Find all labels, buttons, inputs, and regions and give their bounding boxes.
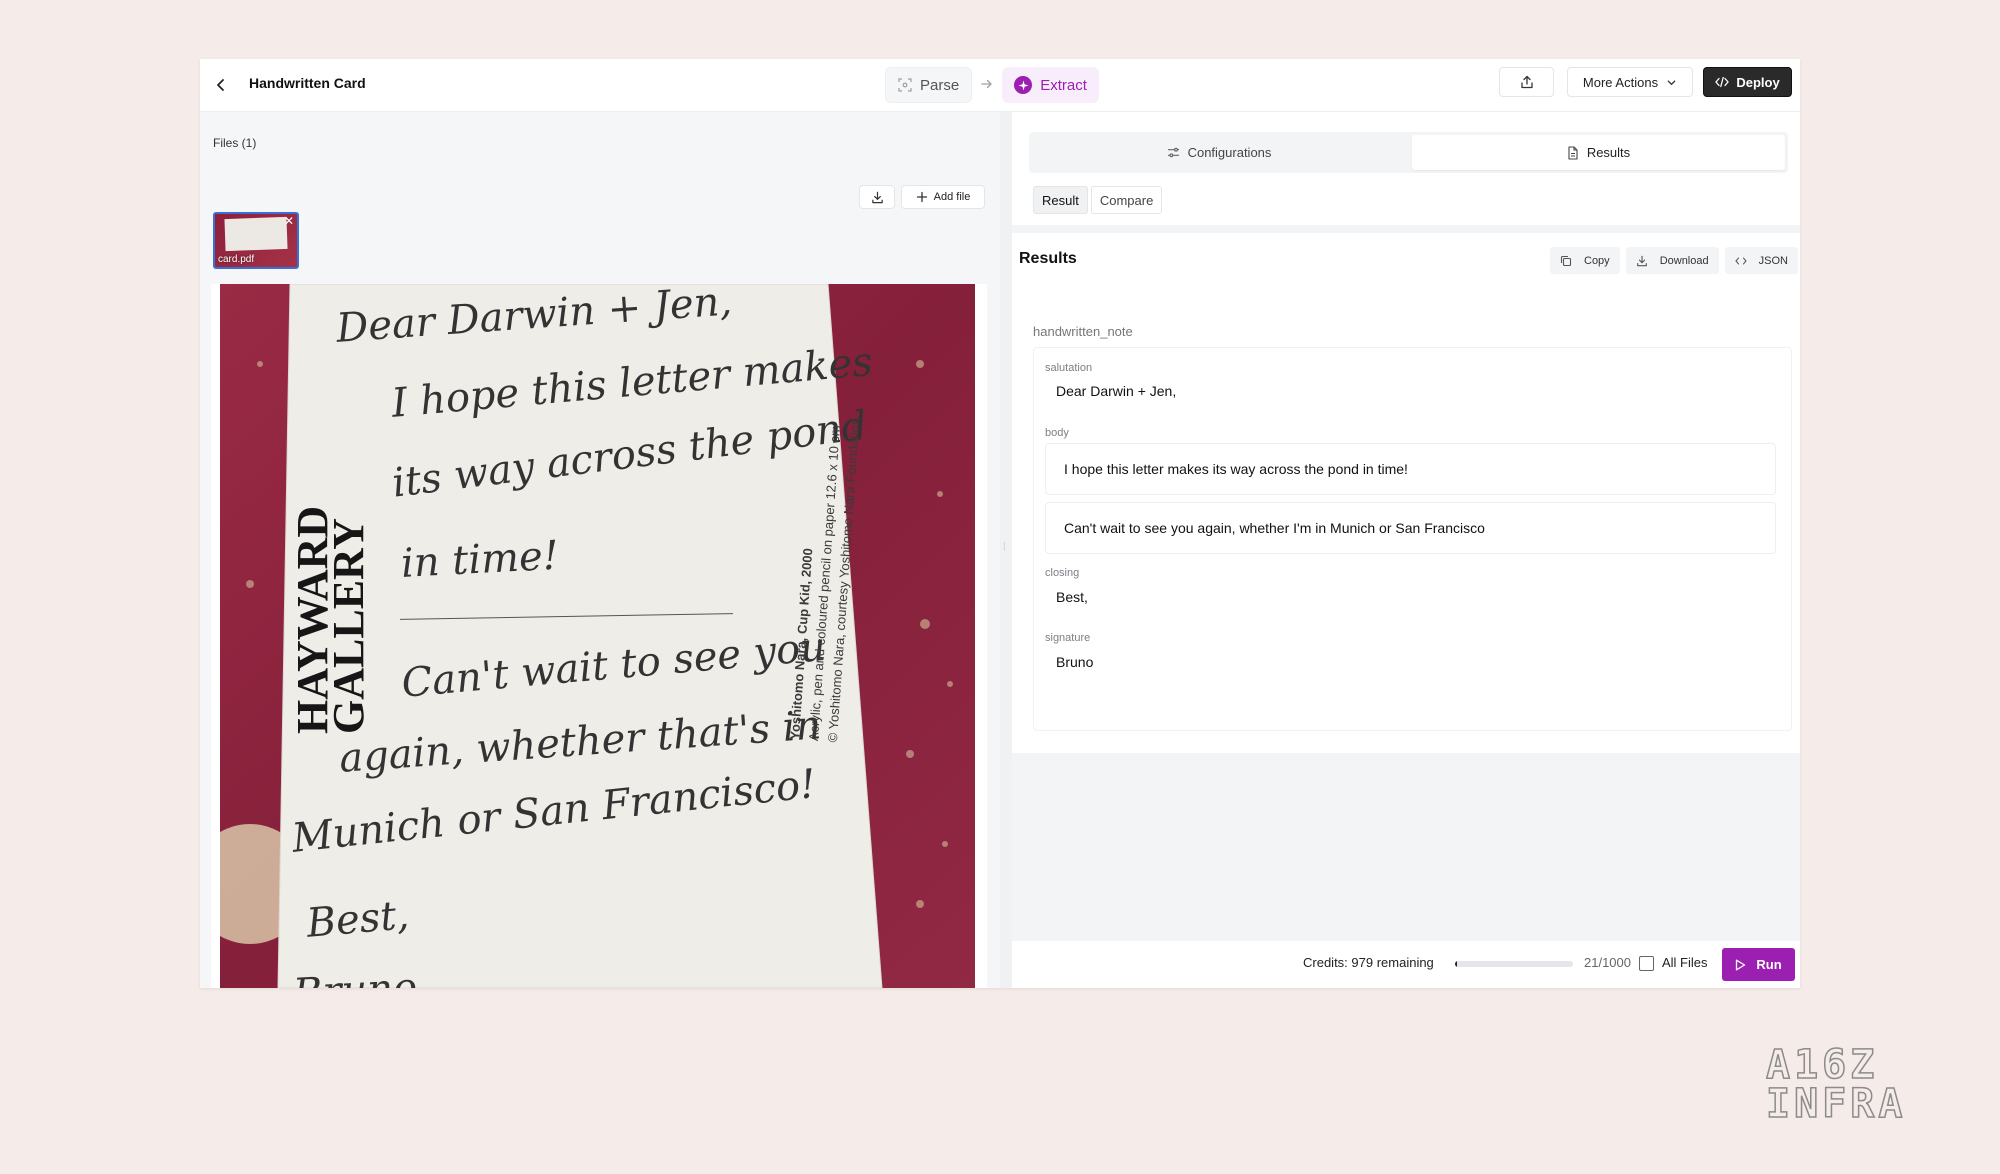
field-value-body-item[interactable]: I hope this letter makes its way across …	[1045, 443, 1776, 495]
thumbnail-preview	[224, 216, 288, 252]
tab-results[interactable]: Results	[1412, 135, 1785, 170]
add-file-label: Add file	[933, 191, 971, 203]
copy-icon	[1560, 255, 1572, 266]
copy-label: Copy	[1584, 254, 1610, 267]
drag-handle-icon[interactable]: ⁞	[1003, 542, 1006, 553]
field-value-body-item[interactable]: Can't wait to see you again, whether I'm…	[1045, 502, 1776, 554]
logo-line: GALLERY	[324, 517, 373, 734]
file-name: card.pdf	[218, 254, 255, 265]
tab-bar: Configurations Results	[1029, 132, 1788, 173]
results-pane: Configurations Results Result Compare Re…	[1012, 112, 1800, 988]
share-button[interactable]	[1499, 67, 1554, 97]
more-actions-label: More Actions	[1582, 74, 1659, 90]
hw-line: in time!	[399, 532, 560, 587]
field-value-closing[interactable]: Best,	[1056, 589, 1088, 605]
schema-name: handwritten_note	[1033, 324, 1133, 339]
results-title: Results	[1019, 250, 1077, 267]
chevron-down-icon	[1667, 79, 1676, 85]
json-label: JSON	[1758, 254, 1788, 267]
watermark-logo: A16Z INFRA	[1765, 1041, 1942, 1128]
field-label-salutation: salutation	[1045, 362, 1093, 374]
copy-button[interactable]: Copy	[1550, 247, 1620, 274]
step-parse-label: Parse	[920, 76, 960, 94]
subtab-compare[interactable]: Compare	[1090, 186, 1163, 214]
json-button[interactable]: JSON	[1724, 247, 1798, 274]
download-button[interactable]: Download	[1625, 247, 1719, 274]
download-label: Download	[1659, 254, 1709, 267]
files-label: Files (1)	[213, 136, 257, 150]
run-bar: Credits: 979 remaining 21/1000 All Files…	[1012, 941, 1800, 988]
download-icon	[871, 191, 883, 203]
pane-splitter[interactable]: ⁞	[1000, 112, 1012, 988]
divider-line	[400, 613, 733, 620]
add-file-button[interactable]: Add file	[901, 185, 985, 209]
results-actions: Copy Download JSON	[1550, 247, 1798, 274]
document-image: Dear Darwin + Jen, I hope this letter ma…	[220, 284, 975, 988]
tab-configurations[interactable]: Configurations	[1029, 135, 1409, 170]
back-button[interactable]	[208, 72, 234, 98]
code-icon	[1715, 76, 1730, 88]
subtab-result[interactable]: Result	[1033, 186, 1088, 214]
step-extract[interactable]: Extract	[1002, 67, 1099, 103]
document-pane: Files (1) Add file ✕ card.pdf Dear Darwi…	[200, 112, 1000, 988]
download-file-button[interactable]	[859, 185, 895, 209]
play-icon	[1736, 959, 1746, 970]
credits-progress-fill	[1455, 961, 1458, 967]
field-label-signature: signature	[1045, 632, 1091, 644]
scan-icon	[898, 78, 912, 92]
watermark-line: INFRA	[1766, 1081, 1906, 1121]
file-thumbnail[interactable]: ✕ card.pdf	[213, 212, 299, 269]
step-parse[interactable]: Parse	[885, 67, 973, 103]
more-actions-button[interactable]: More Actions	[1567, 67, 1693, 97]
app-window: Handwritten Card Parse Extract More Acti…	[200, 59, 1800, 988]
field-value-signature[interactable]: Bruno	[1056, 654, 1093, 670]
tab-configurations-label: Configurations	[1187, 145, 1272, 160]
run-label: Run	[1756, 957, 1782, 972]
credits-progress	[1455, 961, 1573, 967]
credits-remaining: Credits: 979 remaining	[1303, 955, 1434, 970]
close-icon[interactable]: ✕	[284, 215, 294, 227]
arrow-right-icon	[980, 77, 994, 94]
plus-icon	[916, 191, 927, 203]
hw-line: Dear Darwin + Jen,	[334, 284, 734, 352]
share-icon	[1520, 75, 1533, 89]
results-panel: Results Copy Download JSON handwritten_n…	[1012, 233, 1800, 753]
top-bar: Handwritten Card Parse Extract More Acti…	[200, 59, 1800, 112]
sliders-icon	[1167, 147, 1179, 158]
page-title: Handwritten Card	[249, 75, 366, 91]
back-arrow-icon	[217, 79, 224, 91]
all-files-checkbox[interactable]	[1639, 956, 1654, 971]
usage-count: 21/1000	[1584, 955, 1631, 970]
tab-results-label: Results	[1586, 145, 1631, 160]
field-label-body: body	[1045, 427, 1069, 439]
pipeline-steps: Parse Extract	[885, 65, 1099, 105]
schema-fields: salutation Dear Darwin + Jen, body I hop…	[1033, 347, 1792, 731]
code-icon	[1734, 257, 1747, 264]
result-view-toggle: Result Compare	[1033, 186, 1163, 214]
extract-sparkle-icon	[1014, 76, 1033, 94]
document-viewer: Dear Darwin + Jen, I hope this letter ma…	[211, 284, 987, 988]
field-value-salutation[interactable]: Dear Darwin + Jen,	[1056, 383, 1176, 399]
deploy-label: Deploy	[1736, 74, 1780, 90]
all-files-label: All Files	[1662, 955, 1708, 970]
hw-line: Can't wait to see you	[399, 623, 828, 707]
gallery-logo: HAYWARD GALLERY	[288, 506, 373, 734]
download-icon	[1636, 255, 1647, 266]
tabs-area: Configurations Results Result Compare	[1012, 112, 1800, 225]
run-button[interactable]: Run	[1722, 948, 1795, 981]
deploy-button[interactable]: Deploy	[1703, 67, 1792, 97]
step-extract-label: Extract	[1040, 76, 1087, 94]
hw-line: Bruno	[292, 965, 418, 988]
field-label-closing: closing	[1045, 567, 1080, 579]
hw-line: Best,	[304, 892, 411, 947]
document-icon	[1568, 145, 1578, 160]
